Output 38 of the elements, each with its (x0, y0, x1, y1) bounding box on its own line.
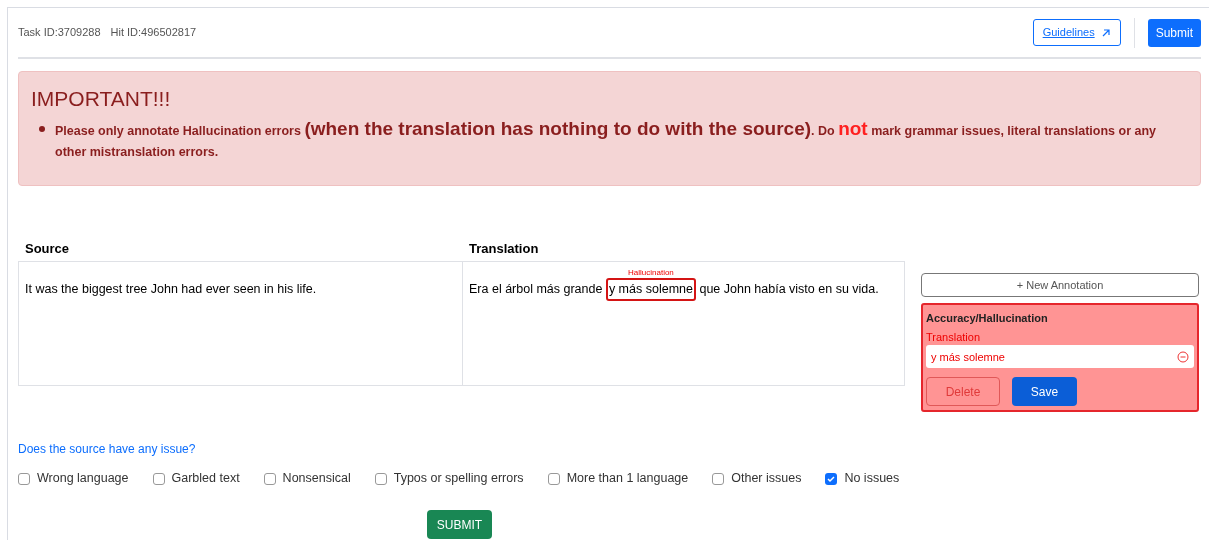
bullet-icon (39, 126, 45, 132)
checkbox-label: No issues (844, 470, 900, 488)
submit-button[interactable]: Submit (1147, 18, 1201, 47)
external-link-icon (1100, 27, 1111, 38)
source-cell: It was the biggest tree John had ever seen in his life. (19, 262, 463, 385)
submit-button[interactable]: SUBMIT (427, 510, 492, 539)
task-id: Task ID:3709288 (18, 25, 101, 41)
alert-title: IMPORTANT!!! (31, 86, 172, 112)
checkbox[interactable] (825, 472, 838, 485)
checkbox-label: Garbled text (171, 470, 240, 488)
highlight-label: Hallucination (627, 268, 675, 278)
translation-text: que John había visto en su vida. (698, 281, 879, 298)
checkbox[interactable] (152, 472, 165, 485)
checkbox[interactable] (547, 472, 560, 485)
checkbox[interactable] (263, 472, 276, 485)
annotation-field[interactable]: y más solemne (926, 345, 1194, 369)
hit-id: Hit ID:496502817 (110, 25, 197, 41)
guidelines-link[interactable]: Guidelines (1032, 19, 1121, 46)
annotation-category: Accuracy/Hallucination (926, 311, 1049, 327)
checkbox[interactable] (374, 472, 387, 485)
field-label: Translation (926, 329, 981, 345)
translation-text: Era el árbol más grande (469, 281, 604, 298)
highlighted-span[interactable]: y más solemne (605, 278, 696, 301)
issue-question: Does the source have any issue? (18, 441, 196, 459)
checkbox[interactable] (18, 472, 30, 485)
column-header: Source (24, 240, 71, 258)
checkbox-label: Typos or spelling errors (393, 470, 524, 488)
remove-icon[interactable] (1177, 350, 1189, 363)
checkbox-label: Nonsensical (282, 470, 351, 488)
checkbox[interactable] (712, 472, 725, 485)
new-annotation-button[interactable]: + New Annotation (921, 273, 1199, 298)
column-header: Translation (468, 240, 539, 258)
checkbox-label: Other issues (731, 470, 802, 488)
alert-message: Please only annotate Hallucination errors (when the translation has nothing to do with the source). Do not mark grammar issues, literal translations or any other mistranslation errors. (55, 118, 1158, 161)
checkmark-icon (827, 474, 836, 483)
checkbox-label: Wrong language (37, 470, 129, 488)
checkbox-label: More than 1 language (566, 470, 689, 488)
save-button[interactable]: Save (1012, 377, 1077, 407)
